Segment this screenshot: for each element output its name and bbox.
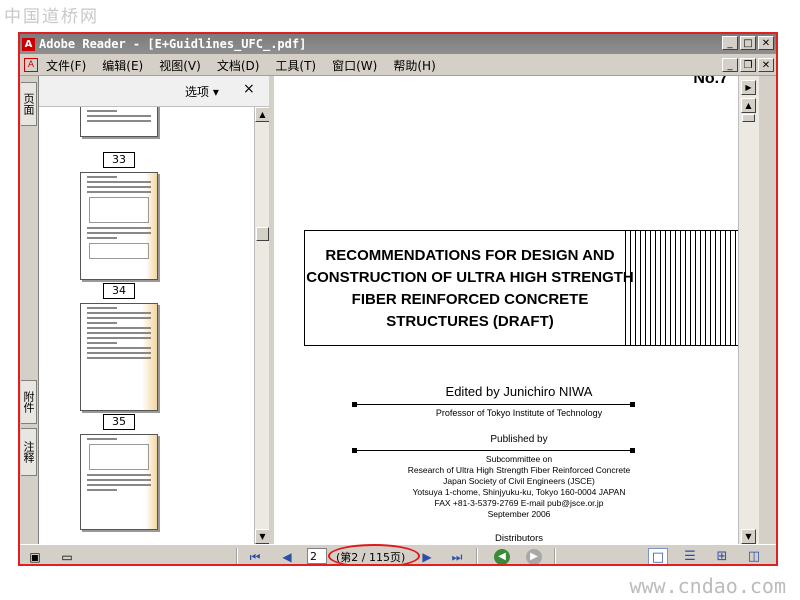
next-page-icon[interactable]: ▶ — [418, 549, 436, 564]
page-number-label: 33 — [103, 152, 135, 168]
doc-restore-button[interactable]: ❐ — [740, 58, 756, 72]
title-box: RECOMMENDATIONS FOR DESIGN AND CONSTRUCT… — [304, 230, 738, 346]
divider-rule — [356, 404, 632, 405]
title-line: RECOMMENDATIONS FOR DESIGN AND — [325, 247, 615, 264]
rule-dot — [630, 402, 635, 407]
document-window-controls: _ ❐ ✕ — [722, 58, 774, 72]
scroll-down-icon[interactable]: ▼ — [255, 529, 270, 544]
scroll-up-icon[interactable]: ▲ — [741, 98, 756, 113]
divider-rule — [356, 450, 632, 451]
panel-close-icon[interactable]: × — [243, 81, 255, 97]
last-page-icon[interactable]: ⏭ — [448, 549, 466, 564]
page-number-label: 34 — [103, 283, 135, 299]
scroll-down-icon[interactable]: ▼ — [741, 529, 756, 544]
document-title: RECOMMENDATIONS FOR DESIGN AND CONSTRUCT… — [305, 245, 635, 333]
menu-tools[interactable]: 工具(T) — [267, 57, 324, 74]
window-controls: _ □ ✕ — [722, 36, 774, 50]
thumbnail-list: 33 34 35 — [39, 107, 253, 544]
separator — [554, 548, 556, 564]
publisher-line: Research of Ultra High Strength Fiber Re… — [407, 465, 631, 475]
reader-window: A Adobe Reader - [E+Guidlines_UFC_.pdf] … — [18, 32, 778, 566]
publisher-line: Japan Society of Civil Engineers (JSCE) — [443, 476, 595, 486]
menu-edit[interactable]: 编辑(E) — [94, 57, 151, 74]
page-thumbnail[interactable] — [80, 107, 158, 137]
pdf-page: No.7 RECOMMENDATIONS FOR DESIGN AND CONS… — [274, 76, 738, 544]
menu-help[interactable]: 帮助(H) — [385, 57, 443, 74]
title-line: STRUCTURES (DRAFT) — [386, 313, 554, 330]
maximize-button[interactable]: □ — [740, 36, 756, 50]
document-icon[interactable]: A — [24, 58, 38, 72]
watermark-bottom: www.cndao.com — [629, 574, 786, 598]
facing-view-icon[interactable]: ⊞ — [712, 548, 732, 564]
page-number-label: 35 — [103, 414, 135, 430]
adobe-reader-icon: A — [22, 37, 35, 51]
doc-close-button[interactable]: ✕ — [758, 58, 774, 72]
published-by: Published by — [490, 434, 548, 445]
menu-bar: A 文件(F) 编辑(E) 视图(V) 文档(D) 工具(T) 窗口(W) 帮助… — [20, 55, 776, 76]
menu-view[interactable]: 视图(V) — [151, 57, 209, 74]
tab-comments[interactable]: 注释 — [21, 428, 37, 476]
panel-toggle-icon[interactable]: ▣ — [26, 549, 44, 564]
separator — [476, 548, 478, 564]
publisher-line: Subcommittee on — [485, 454, 553, 464]
distributors-label: Distributors — [494, 533, 544, 544]
red-highlight-circle — [328, 544, 420, 564]
panel-header: 选项 ▾ × — [39, 76, 269, 107]
tab-attachments[interactable]: 附件 — [21, 380, 37, 424]
pages-panel: 选项 ▾ × 33 34 35 ▲ ▼ — [39, 76, 270, 544]
minimize-button[interactable]: _ — [722, 36, 738, 50]
page-thumbnail[interactable] — [80, 434, 158, 530]
single-page-view-icon[interactable]: □ — [648, 548, 668, 564]
window-title: Adobe Reader - [E+Guidlines_UFC_.pdf] — [39, 37, 307, 51]
page-thumbnail[interactable] — [80, 303, 158, 411]
watermark-top: 中国道桥网 — [4, 7, 99, 27]
page-thumbnail[interactable] — [80, 172, 158, 280]
options-menu[interactable]: 选项 ▾ — [185, 83, 219, 100]
go-back-icon[interactable]: ◀ — [494, 549, 510, 564]
go-forward-icon[interactable]: ▶ — [526, 549, 542, 564]
continuous-view-icon[interactable]: ☰ — [680, 548, 700, 564]
tab-pages[interactable]: 页面 — [21, 82, 37, 126]
publisher-line: Yotsuya 1-chome, Shinjyuku-ku, Tokyo 160… — [412, 487, 626, 497]
menu-file[interactable]: 文件(F) — [44, 57, 94, 74]
page-corner-text: No.7 — [693, 76, 728, 87]
affiliation: Professor of Tokyo Institute of Technolo… — [435, 408, 603, 418]
previous-page-icon[interactable]: ◀ — [278, 549, 296, 564]
publisher-line: FAX +81-3-5379-2769 E-mail pub@jsce.or.j… — [434, 498, 604, 508]
close-button[interactable]: ✕ — [758, 36, 774, 50]
scroll-up-icon[interactable]: ▲ — [255, 107, 270, 122]
menu-document[interactable]: 文档(D) — [209, 57, 268, 74]
menu-window[interactable]: 窗口(W) — [324, 57, 385, 74]
thumbnail-scrollbar[interactable]: ▲ ▼ — [254, 107, 270, 544]
editor-line: Edited by Junichiro NIWA — [445, 384, 593, 399]
navigation-tabs: 页面 附件 注释 — [20, 76, 39, 544]
rule-dot — [630, 448, 635, 453]
title-line: FIBER REINFORCED CONCRETE — [351, 291, 589, 308]
scroll-thumb[interactable] — [256, 227, 269, 241]
separator — [236, 548, 238, 564]
first-page-icon[interactable]: ⏮ — [246, 549, 264, 564]
title-line: CONSTRUCTION OF ULTRA HIGH STRENGTH — [306, 269, 634, 286]
play-icon[interactable]: ▶ — [741, 80, 756, 95]
publisher-block: Subcommittee on Research of Ultra High S… — [354, 454, 684, 520]
document-scrollbar[interactable]: ▶ ▲ ▼ — [738, 76, 759, 544]
hatch-decoration — [625, 231, 738, 345]
doc-minimize-button[interactable]: _ — [722, 58, 738, 72]
status-toolbar: ▣ ▭ ⏮ ◀ 2 (第2 / 115页) ▶ ⏭ ◀ ▶ □ ☰ ⊞ ◫ — [20, 544, 776, 564]
page-layout-icon[interactable]: ▭ — [58, 549, 76, 564]
publisher-line: September 2006 — [487, 509, 551, 519]
continuous-facing-view-icon[interactable]: ◫ — [744, 548, 764, 564]
scroll-thumb[interactable] — [742, 114, 755, 122]
title-bar: A Adobe Reader - [E+Guidlines_UFC_.pdf] … — [20, 34, 776, 54]
document-view: No.7 RECOMMENDATIONS FOR DESIGN AND CONS… — [274, 76, 759, 544]
page-number-input[interactable]: 2 — [307, 548, 327, 564]
